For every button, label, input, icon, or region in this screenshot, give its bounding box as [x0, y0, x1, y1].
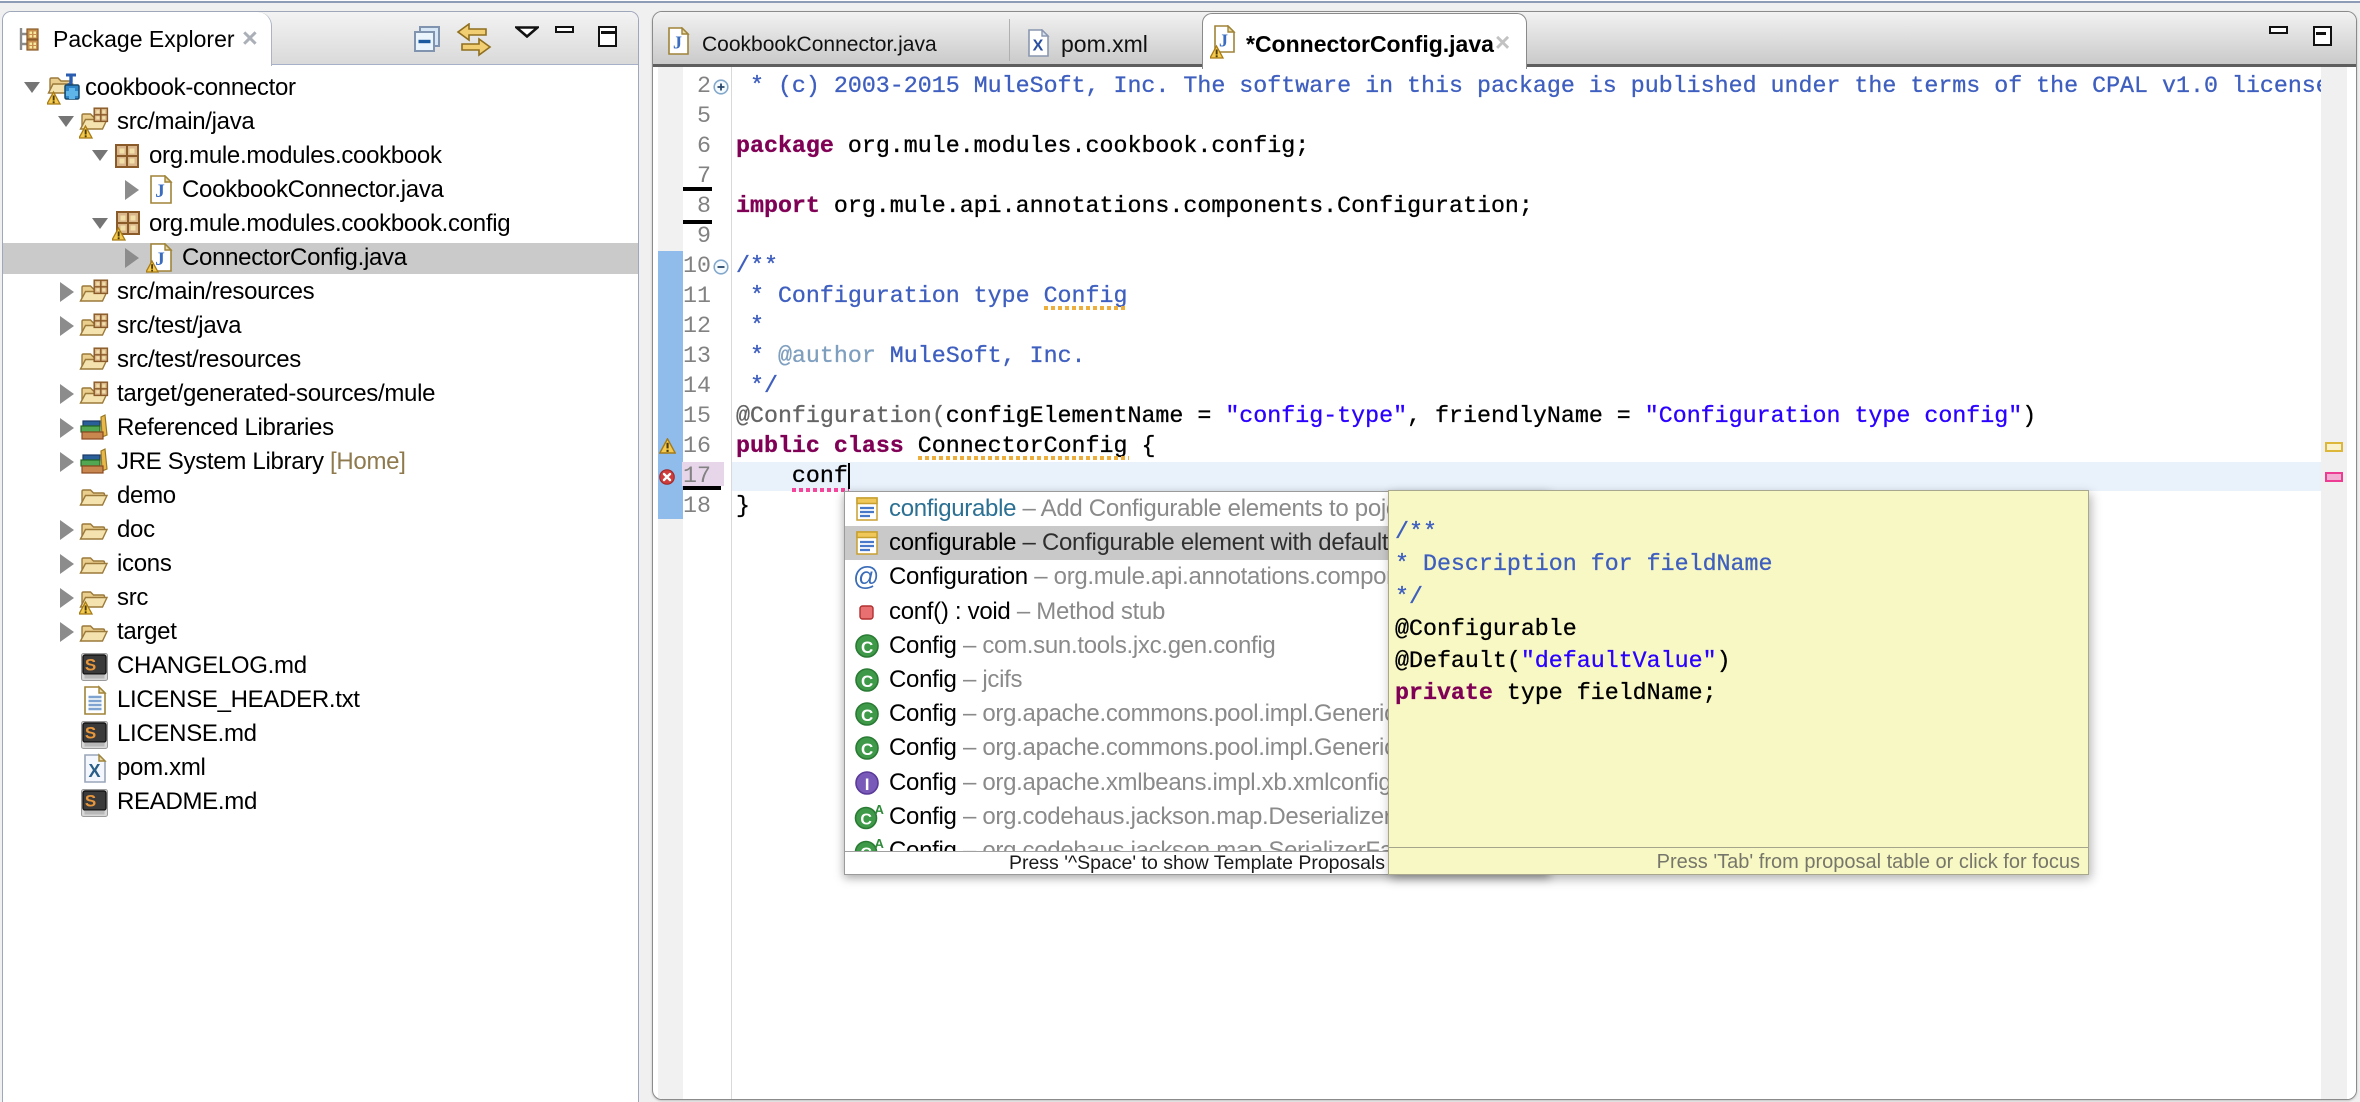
svg-text:S: S	[85, 724, 96, 743]
svg-text:J: J	[155, 249, 165, 270]
svg-text:J: J	[155, 181, 165, 202]
svg-text:S: S	[85, 792, 96, 811]
svg-text:A: A	[874, 804, 884, 817]
svg-text:X: X	[1033, 38, 1044, 55]
svg-text:C: C	[861, 706, 873, 725]
svg-text:C: C	[861, 740, 873, 759]
svg-text:J: J	[1219, 31, 1228, 51]
svg-text:S: S	[85, 656, 96, 675]
svg-text:C: C	[860, 811, 872, 828]
svg-text:@: @	[853, 564, 879, 591]
svg-text:A: A	[874, 838, 884, 851]
svg-text:I: I	[865, 775, 869, 794]
svg-text:C: C	[861, 638, 873, 657]
svg-text:C: C	[861, 672, 873, 691]
svg-text:J: J	[673, 33, 682, 53]
svg-text:X: X	[88, 761, 100, 781]
